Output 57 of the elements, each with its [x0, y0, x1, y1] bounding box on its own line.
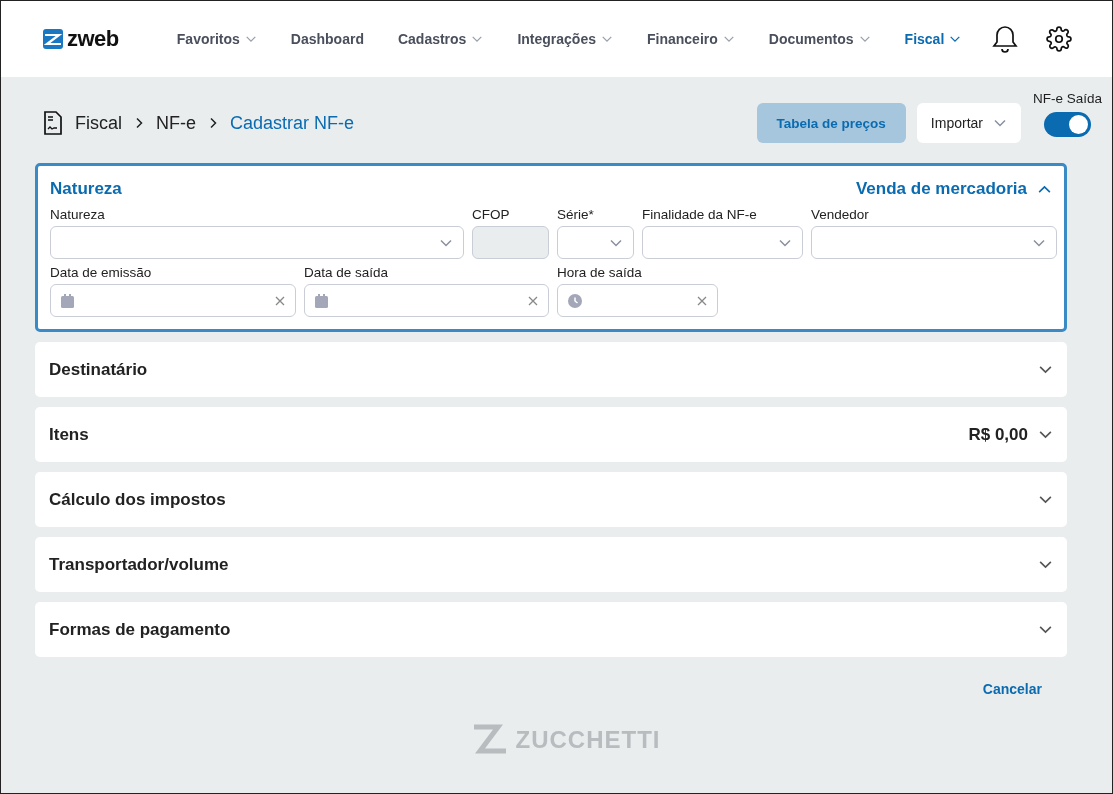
document-icon — [43, 110, 63, 136]
logo-icon — [43, 29, 63, 49]
select-field[interactable] — [642, 226, 803, 259]
nav-item[interactable]: Integrações — [517, 31, 613, 47]
clear-icon[interactable] — [528, 295, 538, 306]
field-label: Finalidade da NF-e — [642, 207, 758, 222]
section-card[interactable]: Formas de pagamento — [35, 602, 1067, 657]
date-field[interactable] — [304, 284, 549, 317]
notification-bell-icon[interactable] — [992, 25, 1018, 53]
time-field[interactable] — [557, 284, 718, 317]
section-value: Venda de mercadoria — [855, 179, 1027, 199]
clear-icon[interactable] — [697, 295, 707, 306]
section-title: Cálculo dos impostos — [49, 489, 227, 510]
section-card[interactable]: Itens R$ 0,00 — [35, 407, 1067, 462]
select-field[interactable] — [811, 226, 1057, 259]
cancel-link[interactable]: Cancelar — [982, 681, 1042, 697]
field-label: Natureza — [50, 207, 106, 222]
chevron-right-icon — [208, 117, 218, 129]
field-label: Data de saída — [304, 265, 390, 280]
field-label: Hora de saída — [557, 265, 643, 280]
section-value: R$ 0,00 — [968, 424, 1028, 445]
nav-item[interactable]: Financeiro — [647, 31, 735, 47]
nav-item[interactable]: Fiscal — [904, 31, 962, 47]
field-label: CFOP — [472, 207, 511, 222]
select-field[interactable] — [557, 226, 634, 259]
section-card[interactable]: Transportador/volume — [35, 537, 1067, 592]
field-label: Data de emissão — [50, 265, 153, 280]
section-title: Transportador/volume — [49, 554, 230, 575]
nav-item[interactable]: Dashboard — [290, 31, 364, 47]
nav-item[interactable]: Favoritos — [176, 31, 257, 47]
nav-item[interactable]: Documentos — [768, 31, 871, 47]
clear-icon[interactable] — [275, 295, 285, 306]
section-card[interactable]: Destinatário — [35, 342, 1067, 397]
section-card[interactable]: Natureza Venda de mercadoria Natureza CFOP Série* Finalidade da NF-e Vendedor Data de emissão Data de saída Hora de saída — [35, 163, 1067, 332]
calendar-icon — [61, 293, 74, 308]
chevron-right-icon — [134, 117, 144, 129]
breadcrumb-link[interactable]: NF-e — [156, 112, 196, 134]
section-card[interactable]: Cálculo dos impostos — [35, 472, 1067, 527]
calendar-icon — [315, 293, 328, 308]
toggle-label: NF-e Saída — [1032, 91, 1102, 106]
breadcrumb-link[interactable]: Cadastrar NF-e — [230, 112, 355, 134]
breadcrumb-link[interactable]: Fiscal — [75, 112, 122, 134]
field-label: Série* — [557, 207, 595, 222]
section-title: Natureza — [50, 179, 123, 199]
section-title: Itens — [49, 424, 90, 445]
select-field[interactable] — [50, 226, 464, 259]
readonly-field[interactable] — [472, 226, 549, 259]
section-title: Formas de pagamento — [49, 619, 232, 640]
section-title: Destinatário — [49, 359, 149, 380]
clock-icon — [568, 293, 582, 308]
field-label: Vendedor — [811, 207, 870, 222]
toggle-switch[interactable] — [1044, 112, 1091, 137]
date-field[interactable] — [50, 284, 296, 317]
nav-item[interactable]: Cadastros — [397, 31, 484, 47]
settings-icon[interactable] — [1046, 26, 1072, 52]
logo-text: zweb — [67, 26, 119, 52]
import-button[interactable]: Importar — [916, 103, 1021, 143]
